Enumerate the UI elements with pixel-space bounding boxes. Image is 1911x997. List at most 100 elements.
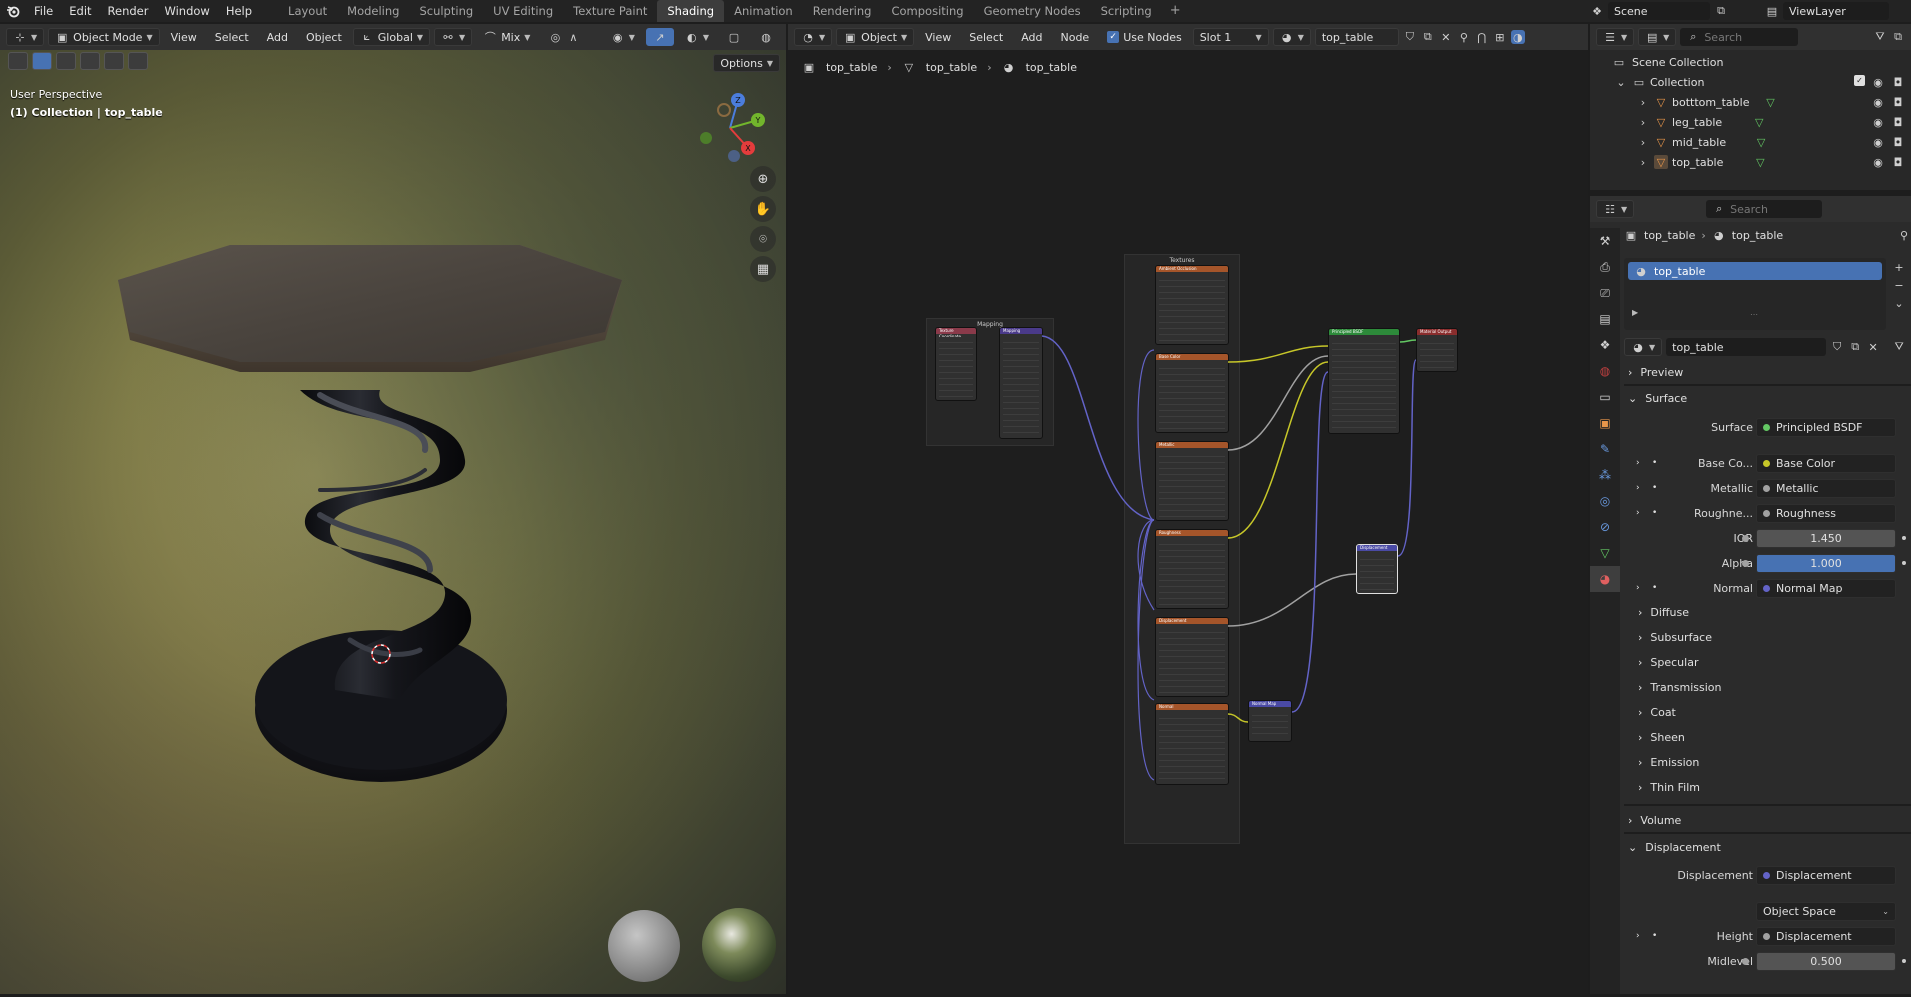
chevron-right-icon[interactable]: › [1636,115,1650,129]
tab-texture-paint[interactable]: Texture Paint [563,0,657,22]
keyframe-dot-icon[interactable] [1902,561,1906,565]
properties-search-input[interactable]: ⌕ Search [1706,200,1823,218]
navigation-gizmo[interactable]: Z Y X [692,90,768,166]
visibility-dropdown[interactable]: ◉ ▼ [604,28,642,46]
chevron-right-icon[interactable]: › [1636,583,1640,593]
filter-icon[interactable]: ⛛ [1873,30,1887,44]
menu-file[interactable]: File [26,0,61,22]
menu-edit[interactable]: Edit [61,0,99,22]
tab-scripting[interactable]: Scripting [1091,0,1162,22]
particles-icon[interactable]: ⁂ [1590,462,1620,488]
tab-animation[interactable]: Animation [724,0,803,22]
outliner-collection[interactable]: ⌄ ▭ Collection ✓ ◉ ◘ [1590,72,1911,92]
tab-uv-editing[interactable]: UV Editing [483,0,563,22]
outliner-search-input[interactable]: ⌕ Search [1680,28,1799,46]
chevron-right-icon[interactable]: › [1636,155,1650,169]
base-color-field[interactable]: Base Color [1756,453,1896,473]
camera-icon[interactable]: ⌾ [750,226,776,252]
constraints-icon[interactable]: ⊘ [1590,514,1620,540]
chevron-right-icon[interactable]: › [1636,483,1640,493]
subpanel-emission[interactable]: › Emission [1638,756,1699,769]
menu-window[interactable]: Window [156,0,217,22]
node-menu-view[interactable]: View [918,28,958,46]
keyframe-dot-icon[interactable] [1902,959,1906,963]
eye-icon[interactable]: ◉ [1871,115,1885,129]
shading-mode-button[interactable]: ◍ [752,28,780,46]
subpanel-sheen[interactable]: › Sheen [1638,731,1685,744]
unlink-x-icon[interactable]: ✕ [1866,340,1880,354]
roughness-field[interactable]: Roughness [1756,503,1896,523]
chevron-right-icon[interactable]: › [1636,458,1640,468]
gizmo-neg-z[interactable] [728,150,740,162]
editor-type-button[interactable]: ⊹ ▼ [6,28,45,46]
viewport-menu-select[interactable]: Select [208,28,256,46]
physics-icon[interactable]: ◎ [1590,488,1620,514]
table-object[interactable] [0,50,786,994]
section-displacement[interactable]: ⌄ Displacement [1628,841,1721,854]
proportional-edit-button[interactable]: ◎ ∧ [541,28,587,46]
material-name-field[interactable]: top_table [1666,338,1827,356]
resize-grip-icon[interactable]: ⋯ [1750,310,1758,319]
browse-material-button[interactable]: ◕ ▼ [1624,338,1663,356]
gizmo-toggle[interactable]: ↗ [645,28,674,46]
expand-arrow-icon[interactable]: ▶ [1632,308,1638,317]
menu-render[interactable]: Render [100,0,157,22]
chevron-right-icon[interactable]: › [1636,931,1640,941]
pan-hand-icon[interactable]: ✋ [750,196,776,222]
render-icon[interactable]: ⎙ [1590,254,1620,280]
scene-selector[interactable]: ❖ Scene ⧉ [1590,2,1740,20]
mode-dropdown[interactable]: ▣ Object Mode ▼ [48,28,160,46]
new-scene-icon[interactable]: ⧉ [1714,4,1728,18]
outliner-item-bottom-table[interactable]: › ▽ botttom_table ▽ ◉ ◘ [1590,92,1911,112]
mesh-data-icon[interactable]: ▽ [1590,540,1620,566]
remove-slot-icon[interactable]: − [1892,278,1906,292]
material-icon[interactable]: ◕ [1590,566,1620,592]
tab-shading[interactable]: Shading [657,0,725,22]
world-icon[interactable]: ◍ [1590,358,1620,384]
collection-icon[interactable]: ▭ [1590,384,1620,410]
tab-geometry-nodes[interactable]: Geometry Nodes [974,0,1091,22]
eye-icon[interactable]: ◉ [1871,135,1885,149]
material-browse-button[interactable]: ◕ ▼ [1272,28,1311,46]
tab-modeling[interactable]: Modeling [337,0,409,22]
subpanel-thin-film[interactable]: › Thin Film [1638,781,1700,794]
blender-logo-icon[interactable] [0,0,26,22]
duplicate-material-icon[interactable]: ⧉ [1848,340,1862,354]
display-mode-dropdown[interactable]: ▤ ▼ [1638,28,1677,46]
output-icon[interactable]: ⎚ [1590,280,1620,306]
pivot-dropdown[interactable]: ⚯ ▼ [434,28,473,46]
eye-icon[interactable]: ◉ [1871,95,1885,109]
viewport-menu-add[interactable]: Add [260,28,295,46]
duplicate-material-icon[interactable]: ⧉ [1421,30,1435,44]
subpanel-subsurface[interactable]: › Subsurface [1638,631,1712,644]
node-menu-node[interactable]: Node [1053,28,1096,46]
outliner-item-leg-table[interactable]: › ▽ leg_table ▽ ◉ ◘ [1590,112,1911,132]
chevron-down-icon[interactable]: ⌄ [1614,75,1628,89]
gizmo-neg-y[interactable] [700,132,712,144]
subpanel-transmission[interactable]: › Transmission [1638,681,1721,694]
surface-shader-field[interactable]: Principled BSDF [1756,417,1896,437]
object-icon[interactable]: ▣ [1590,410,1620,436]
outliner-item-top-table[interactable]: › ▽ top_table ▽ ◉ ◘ [1590,152,1911,172]
camera-icon[interactable]: ◘ [1891,155,1905,169]
midlevel-slider[interactable]: 0.500 [1756,951,1896,971]
viewport-menu-object[interactable]: Object [299,28,349,46]
outliner-scene-collection[interactable]: ▭ Scene Collection [1590,52,1911,72]
subpanel-diffuse[interactable]: › Diffuse [1638,606,1689,619]
camera-icon[interactable]: ◘ [1891,95,1905,109]
viewport-menu-view[interactable]: View [164,28,204,46]
ior-slider[interactable]: 1.450 [1756,528,1896,548]
overlay-dropdown[interactable]: ◐ ▼ [678,28,716,46]
subpanel-coat[interactable]: › Coat [1638,706,1676,719]
menu-help[interactable]: Help [218,0,260,22]
3d-viewport[interactable]: Options ▼ User Perspective (1) Collection… [0,50,786,994]
pin-icon[interactable]: ⚲ [1457,30,1471,44]
overlay-toggle-icon[interactable]: ◑ [1510,30,1525,44]
modifier-wrench-icon[interactable]: ✎ [1590,436,1620,462]
tab-sculpting[interactable]: Sculpting [409,0,483,22]
pin-icon[interactable]: ⚲ [1897,228,1911,242]
section-preview[interactable]: › Preview [1628,366,1683,379]
chevron-right-icon[interactable]: › [1636,95,1650,109]
float-socket-icon[interactable] [1742,957,1749,965]
scene-field[interactable]: Scene [1608,2,1710,20]
